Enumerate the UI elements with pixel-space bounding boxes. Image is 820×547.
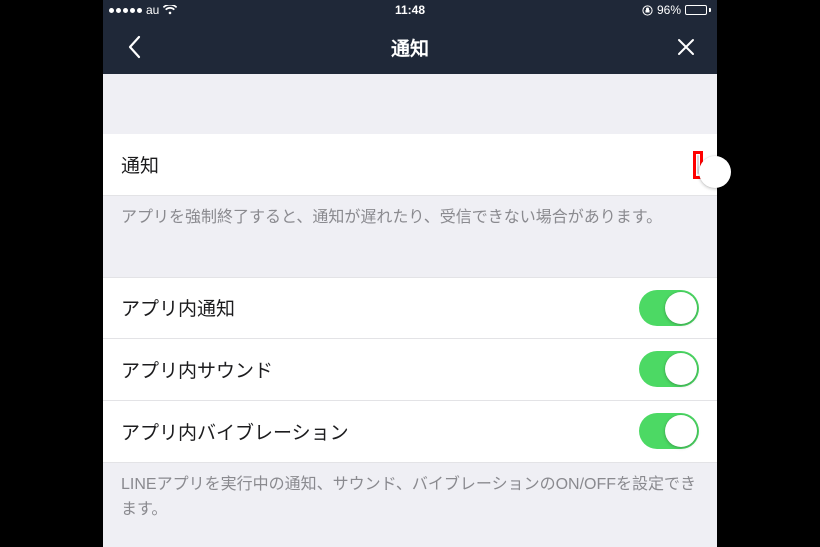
row-label: アプリ内サウンド xyxy=(121,356,273,383)
row-in-app-notification: アプリ内通知 xyxy=(103,277,717,339)
phone-screen: au 11:48 96% 通知 xyxy=(103,0,717,547)
notifications-description: アプリを強制終了すると、通知が遅れたり、受信できない場合があります。 xyxy=(103,196,717,249)
status-bar: au 11:48 96% xyxy=(103,0,717,20)
back-button[interactable] xyxy=(119,32,149,62)
row-in-app-sound: アプリ内サウンド xyxy=(103,339,717,401)
content: 通知 アプリを強制終了すると、通知が遅れたり、受信できない場合があります。 アプ… xyxy=(103,74,717,540)
orientation-lock-icon xyxy=(642,5,653,16)
toggle-in-app-vibration[interactable] xyxy=(639,413,699,449)
page-title: 通知 xyxy=(391,34,429,61)
row-label: アプリ内通知 xyxy=(121,294,235,321)
toggle-notifications[interactable] xyxy=(697,155,699,174)
row-in-app-vibration: アプリ内バイブレーション xyxy=(103,401,717,463)
carrier-label: au xyxy=(146,3,159,17)
battery-percent: 96% xyxy=(657,3,681,17)
nav-bar: 通知 xyxy=(103,20,717,74)
row-label: アプリ内バイブレーション xyxy=(121,418,349,445)
toggle-in-app-sound[interactable] xyxy=(639,351,699,387)
signal-dots-icon xyxy=(109,8,142,13)
group-description: LINEアプリを実行中の通知、サウンド、バイブレーションのON/OFFを設定でき… xyxy=(103,463,717,541)
close-button[interactable] xyxy=(671,32,701,62)
battery-icon xyxy=(685,5,711,15)
row-notifications: 通知 xyxy=(103,134,717,196)
toggle-in-app-notification[interactable] xyxy=(639,290,699,326)
highlight-box xyxy=(693,151,703,179)
row-label: 通知 xyxy=(121,151,159,178)
wifi-icon xyxy=(163,5,177,15)
clock: 11:48 xyxy=(395,3,425,17)
